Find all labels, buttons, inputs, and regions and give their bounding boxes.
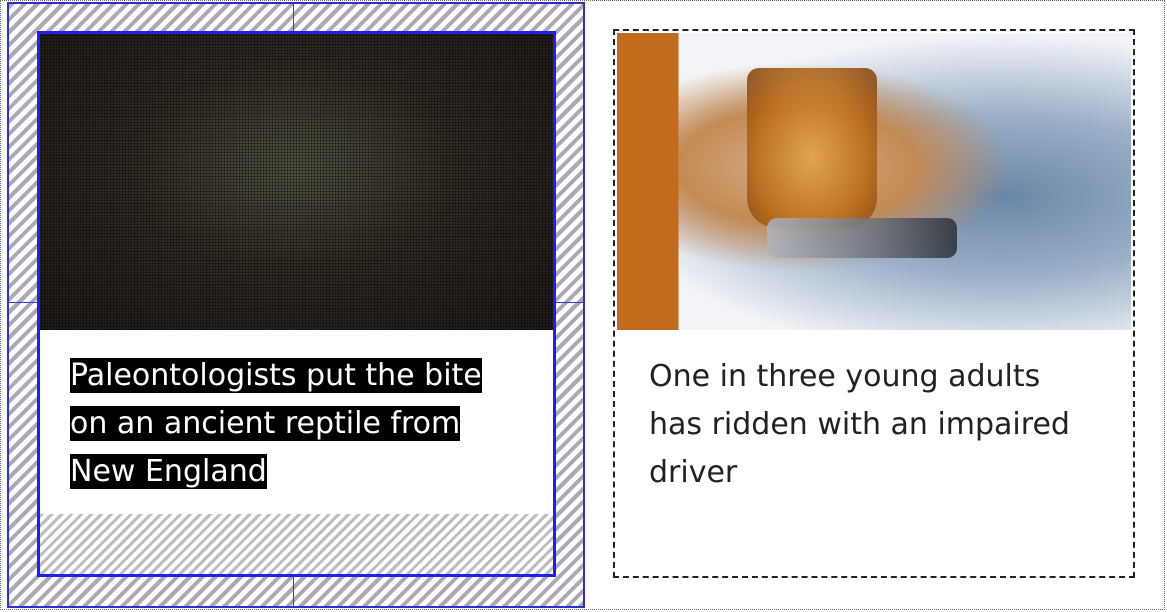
padding-overlay bbox=[40, 514, 553, 574]
title-line: One in three young adults bbox=[649, 359, 1041, 394]
title-line: Paleontologists put the bite bbox=[70, 358, 482, 393]
image-dither-texture bbox=[40, 34, 553, 330]
keys-shape bbox=[767, 218, 957, 258]
article-card-impaired-driver[interactable]: One in three young adults has ridden wit… bbox=[613, 29, 1135, 578]
title-line: on an ancient reptile from bbox=[70, 406, 461, 441]
article-title-reptile[interactable]: Paleontologists put the bite on an ancie… bbox=[70, 352, 500, 496]
article-card-reptile[interactable]: Paleontologists put the bite on an ancie… bbox=[37, 31, 556, 577]
title-line: driver bbox=[649, 455, 738, 490]
article-image-reptile[interactable] bbox=[40, 34, 553, 330]
article-title-impaired-driver[interactable]: One in three young adults has ridden wit… bbox=[649, 353, 1109, 497]
title-line: New England bbox=[70, 454, 267, 489]
glass-shape bbox=[747, 68, 877, 228]
article-image-drink-keys[interactable] bbox=[617, 33, 1131, 330]
title-line: has ridden with an impaired bbox=[649, 407, 1070, 442]
